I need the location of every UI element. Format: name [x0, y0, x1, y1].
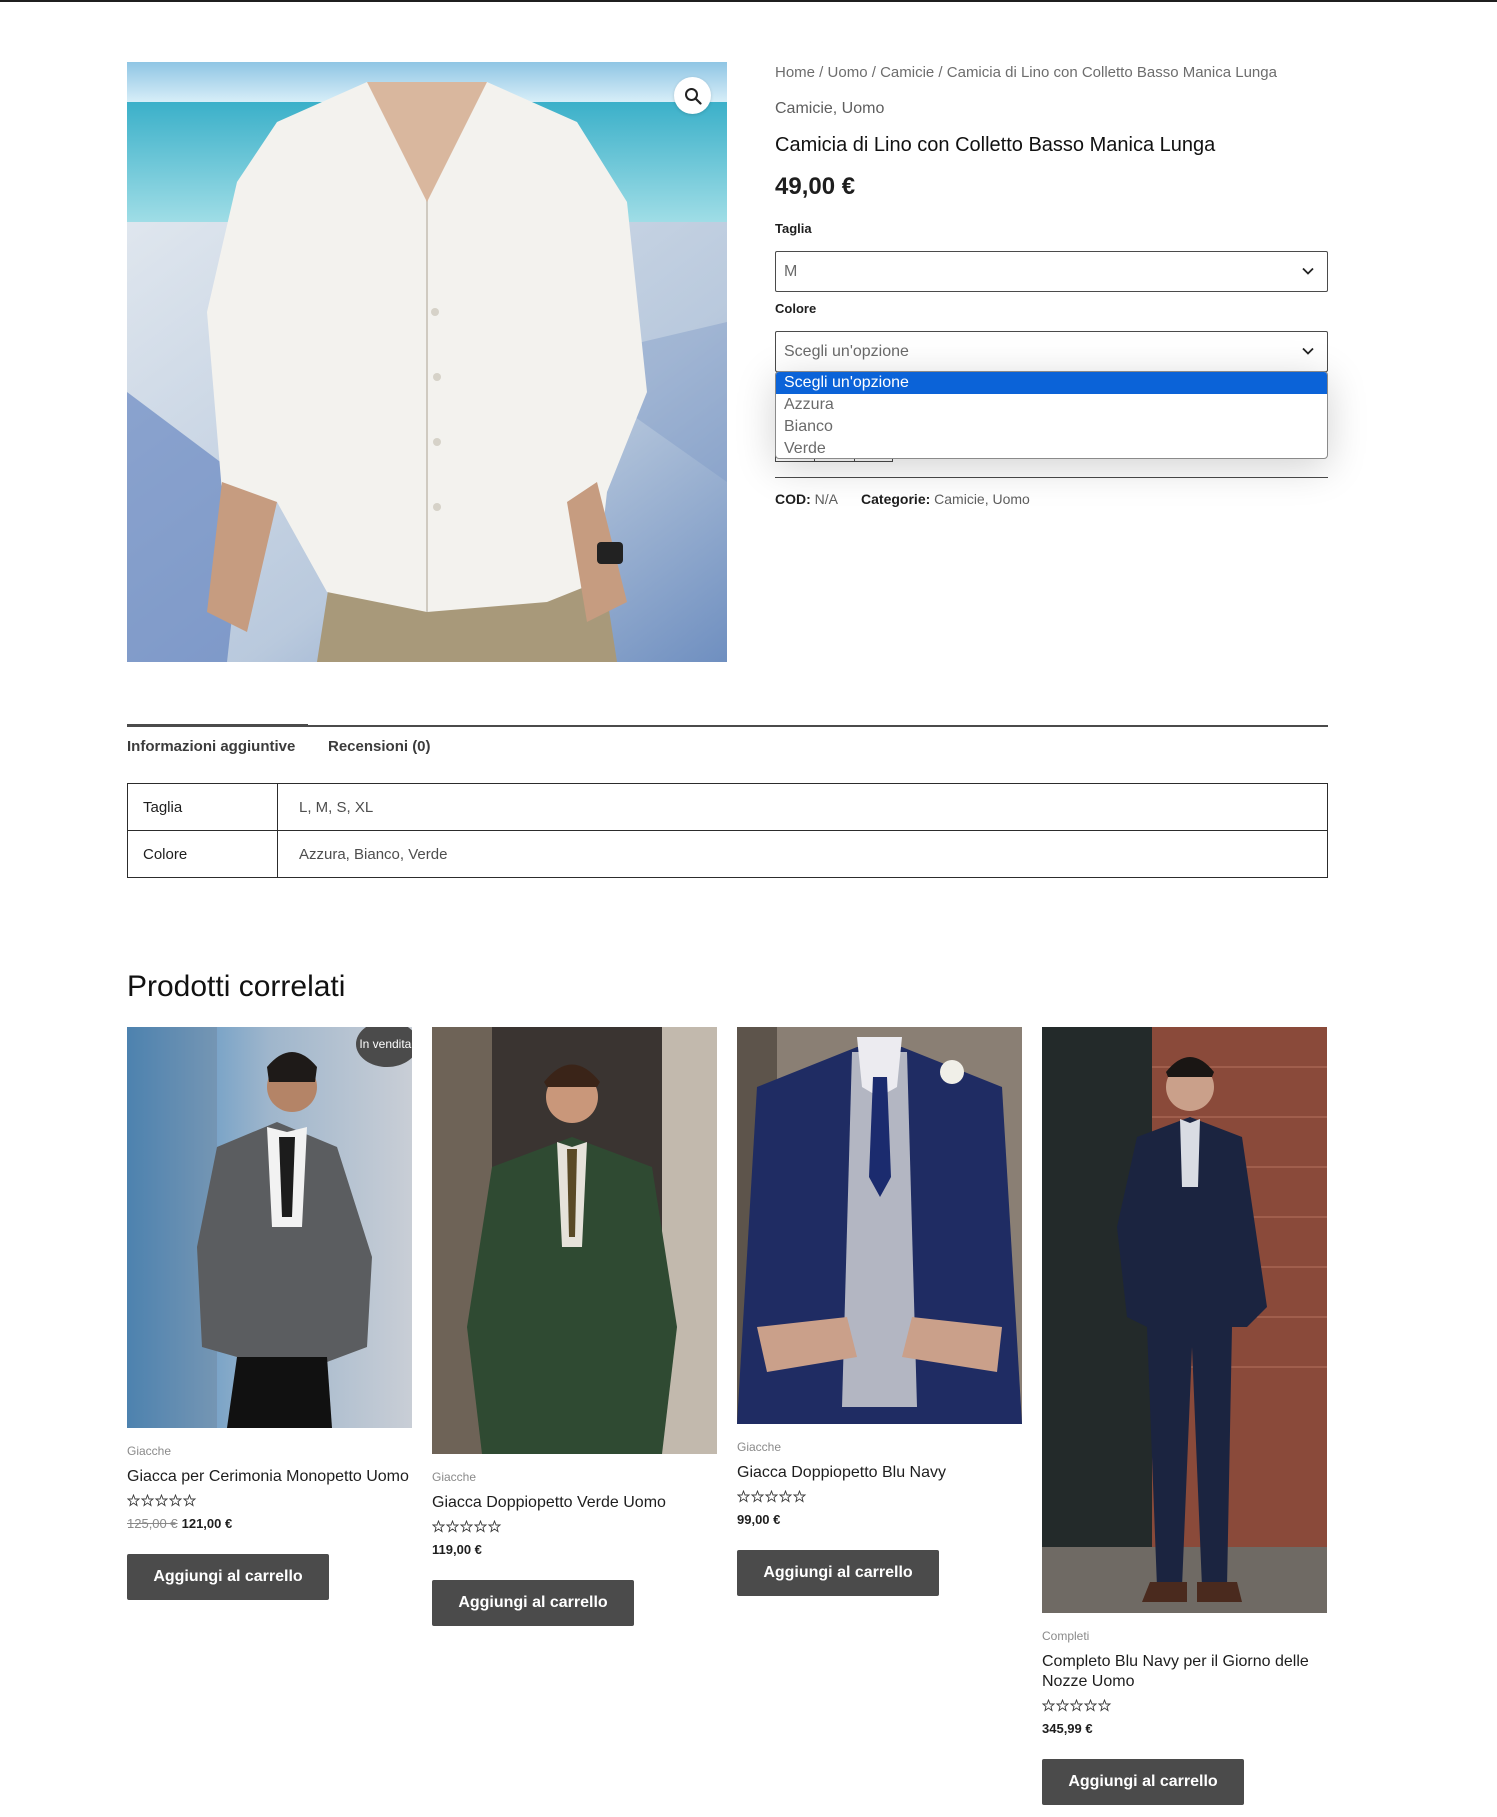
categories-value[interactable]: Camicie, Uomo	[934, 491, 1030, 507]
chevron-down-icon	[1302, 267, 1314, 275]
product-name[interactable]: Completo Blu Navy per il Giorno delle No…	[1042, 1652, 1327, 1692]
tab-additional-info[interactable]: Informazioni aggiuntive	[127, 738, 295, 755]
empty-stars-icon	[432, 1520, 502, 1533]
product-image[interactable]	[127, 62, 727, 662]
attribute-name: Taglia	[127, 783, 278, 831]
product-name[interactable]: Giacca Doppiopetto Blu Navy	[737, 1463, 1022, 1483]
active-tab-indicator	[127, 724, 308, 727]
product-price: 125,00 €121,00 €	[127, 1516, 412, 1531]
add-to-cart-button[interactable]: Aggiungi al carrello	[432, 1580, 634, 1626]
color-option-scegli[interactable]: Scegli un'opzione	[776, 372, 1327, 394]
add-to-cart-button[interactable]: Aggiungi al carrello	[127, 1554, 329, 1600]
chevron-down-icon	[1302, 347, 1314, 355]
product-photo-ceremony-jacket	[127, 1027, 412, 1428]
product-price: 119,00 €	[432, 1542, 482, 1557]
star-rating	[127, 1494, 412, 1508]
star-rating	[432, 1520, 717, 1534]
product-thumbnail[interactable]	[432, 1027, 717, 1454]
size-select-value: M	[784, 263, 798, 280]
related-product-card: Giacche Giacca Doppiopetto Blu Navy 99,0…	[737, 1027, 1022, 1596]
related-products-title: Prodotti correlati	[127, 970, 346, 1003]
categories-label: Categorie:	[861, 491, 931, 507]
attributes-table: Taglia L, M, S, XL Colore Azzura, Bianco…	[127, 783, 1328, 878]
zoom-magnifier-icon	[684, 87, 702, 105]
sku-value: N/A	[814, 491, 838, 507]
zoom-button[interactable]	[674, 77, 711, 114]
product-thumbnail[interactable]: In vendita!	[127, 1027, 412, 1428]
color-option-azzura[interactable]: Azzura	[776, 394, 1327, 416]
size-label: Taglia	[775, 221, 812, 236]
color-option-bianco[interactable]: Bianco	[776, 416, 1327, 438]
breadcrumb-home[interactable]: Home	[775, 64, 815, 81]
add-to-cart-button[interactable]: Aggiungi al carrello	[1042, 1759, 1244, 1805]
product-price: 99,00 €	[737, 1512, 781, 1527]
breadcrumb-uomo[interactable]: Uomo	[828, 64, 868, 81]
color-option-verde[interactable]: Verde	[776, 438, 1327, 458]
breadcrumb-current: Camicia di Lino con Colletto Basso Manic…	[946, 64, 1277, 81]
tab-reviews[interactable]: Recensioni (0)	[328, 738, 431, 755]
breadcrumb: Home / Uomo / Camicie / Camicia di Lino …	[775, 64, 1277, 81]
empty-stars-icon	[1042, 1699, 1112, 1712]
meta-divider	[775, 477, 1328, 478]
table-row: Colore Azzura, Bianco, Verde	[127, 830, 1328, 878]
color-options-list[interactable]: Scegli un'opzione Azzura Bianco Verde	[775, 371, 1328, 459]
product-photo-navy-jacket	[737, 1027, 1022, 1424]
top-border	[0, 0, 1497, 2]
product-meta: COD: N/A Categorie: Camicie, Uomo	[775, 491, 1030, 507]
star-rating	[1042, 1699, 1327, 1713]
product-categories[interactable]: Camicie, Uomo	[775, 100, 884, 118]
attribute-name: Colore	[127, 830, 278, 878]
empty-stars-icon	[127, 1494, 197, 1507]
product-name[interactable]: Giacca per Cerimonia Monopetto Uomo	[127, 1467, 412, 1487]
product-title: Camicia di Lino con Colletto Basso Manic…	[775, 134, 1216, 156]
add-to-cart-button[interactable]: Aggiungi al carrello	[737, 1550, 939, 1596]
related-product-card: In vendita! Giacche Giacca per Cerimonia…	[127, 1027, 412, 1600]
product-price: 49,00 €	[775, 173, 856, 200]
sku-label: COD:	[775, 491, 811, 507]
star-rating	[737, 1490, 1022, 1504]
product-photo-green-jacket	[432, 1027, 717, 1454]
product-photo-navy-suit	[1042, 1027, 1327, 1613]
sale-price: 121,00 €	[181, 1516, 233, 1531]
product-price: 345,99 €	[1042, 1721, 1093, 1736]
related-product-card: Completi Completo Blu Navy per il Giorno…	[1042, 1027, 1327, 1805]
attribute-value: L, M, S, XL	[277, 783, 1328, 831]
color-label: Colore	[775, 301, 817, 316]
product-photo-shirt	[127, 62, 727, 662]
color-select-value: Scegli un'opzione	[784, 343, 909, 360]
product-thumbnail[interactable]	[1042, 1027, 1327, 1613]
breadcrumb-camicie[interactable]: Camicie	[880, 64, 934, 81]
size-select[interactable]: M	[775, 251, 1328, 292]
color-select[interactable]: Scegli un'opzione	[775, 331, 1328, 372]
product-category[interactable]: Giacche	[127, 1444, 412, 1458]
related-product-card: Giacche Giacca Doppiopetto Verde Uomo 11…	[432, 1027, 717, 1626]
old-price: 125,00 €	[127, 1516, 178, 1531]
product-category[interactable]: Giacche	[737, 1440, 1022, 1454]
attribute-value: Azzura, Bianco, Verde	[277, 830, 1328, 878]
product-thumbnail[interactable]	[737, 1027, 1022, 1424]
product-category[interactable]: Giacche	[432, 1470, 717, 1484]
product-name[interactable]: Giacca Doppiopetto Verde Uomo	[432, 1493, 717, 1513]
table-row: Taglia L, M, S, XL	[127, 783, 1328, 831]
product-category[interactable]: Completi	[1042, 1629, 1327, 1643]
empty-stars-icon	[737, 1490, 807, 1503]
